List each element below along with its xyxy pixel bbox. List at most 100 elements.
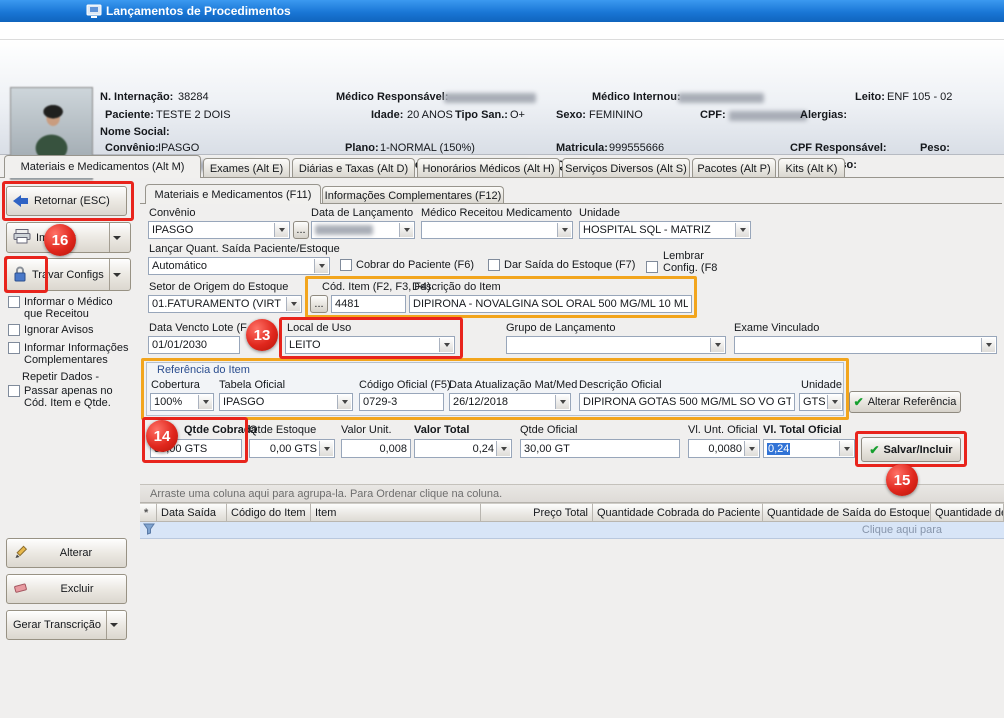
- dropdown-arrow-icon[interactable]: [399, 223, 413, 237]
- qtde-oficial-label: Qtde Oficial: [520, 424, 577, 437]
- grid-header-quantidade-saida[interactable]: Quantidade de Saída do Estoque: [763, 503, 931, 522]
- tab-honorarios-medicos[interactable]: Honorários Médicos (Alt H): [417, 158, 560, 178]
- cod-item-field[interactable]: 4481: [331, 295, 406, 313]
- retornar-button[interactable]: Retornar (ESC): [6, 186, 127, 216]
- convenio-browse-button[interactable]: ...: [293, 221, 309, 239]
- data-lancamento-combo[interactable]: [311, 221, 415, 239]
- tipo-san-value: O+: [510, 109, 525, 122]
- qtde-oficial-field[interactable]: 30,00 GT: [520, 439, 680, 458]
- dropdown-arrow-icon[interactable]: [710, 338, 724, 352]
- dropdown-arrow-icon[interactable]: [555, 395, 569, 409]
- checkbox-box[interactable]: [488, 259, 500, 271]
- checkbox-lembrar-config[interactable]: [646, 261, 658, 273]
- dropdown-arrow-icon[interactable]: [314, 259, 328, 273]
- tab-diarias-taxas[interactable]: Diárias e Taxas (Alt D): [292, 158, 415, 178]
- data-vencto-field[interactable]: 01/01/2030: [148, 336, 240, 354]
- vl-unt-oficial-combo[interactable]: 0,0080: [688, 439, 760, 458]
- grid-header-data-saida[interactable]: Data Saída: [157, 503, 227, 522]
- imprimir-dropdown-arrow-icon[interactable]: [109, 223, 124, 252]
- tabela-oficial-combo[interactable]: IPASGO: [219, 393, 353, 411]
- dropdown-arrow-icon[interactable]: [735, 223, 749, 237]
- checkbox-dar-saida[interactable]: Dar Saída do Estoque (F7): [488, 259, 635, 271]
- data-vencto-label: Data Vencto Lote (F: [149, 322, 247, 335]
- grupo-lancamento-combo[interactable]: [506, 336, 726, 354]
- setor-origem-combo[interactable]: 01.FATURAMENTO (VIRT: [148, 295, 302, 313]
- leito-value: ENF 105 - 02: [887, 91, 952, 104]
- checkbox-box[interactable]: [8, 324, 20, 336]
- grupo-lancamento-label: Grupo de Lançamento: [506, 322, 615, 335]
- excluir-button[interactable]: Excluir: [6, 574, 127, 604]
- alterar-referencia-button[interactable]: ✔ Alterar Referência: [849, 391, 961, 413]
- inner-tab-informacoes-f12[interactable]: Informações Complementares (F12): [322, 186, 504, 204]
- data-atualizacao-combo[interactable]: 26/12/2018: [449, 393, 571, 411]
- imprimir-button[interactable]: Imprimir: [6, 222, 131, 253]
- valor-total-label: Valor Total: [414, 424, 469, 437]
- grid-header-quantidade-sa[interactable]: Quantidade de Sa: [931, 503, 1004, 522]
- codigo-oficial-field[interactable]: 0729-3: [359, 393, 444, 411]
- cobertura-combo[interactable]: 100%: [150, 393, 214, 411]
- checkbox-box[interactable]: [8, 296, 20, 308]
- unidade-combo[interactable]: HOSPITAL SQL - MATRIZ: [579, 221, 751, 239]
- cod-item-browse-button[interactable]: ...: [310, 295, 328, 313]
- tab-exames[interactable]: Exames (Alt E): [203, 158, 290, 178]
- grid-header-item[interactable]: Item: [311, 503, 481, 522]
- descricao-item-field[interactable]: DIPIRONA - NOVALGINA SOL ORAL 500 MG/ML …: [409, 295, 692, 313]
- grid-group-panel[interactable]: Arraste uma coluna aqui para agrupa-la. …: [140, 484, 1004, 503]
- dropdown-arrow-icon[interactable]: [337, 395, 351, 409]
- dropdown-arrow-icon[interactable]: [981, 338, 995, 352]
- checkbox-informar-medico[interactable]: Informar o Médico que Receitou: [8, 296, 132, 320]
- grid-filter-row[interactable]: Clique aqui para: [140, 522, 1004, 539]
- dropdown-arrow-icon[interactable]: [827, 395, 841, 409]
- gerar-dropdown-arrow-icon[interactable]: [106, 611, 120, 639]
- qtde-estoque-combo[interactable]: 0,00 GTS: [249, 439, 335, 458]
- descricao-oficial-field[interactable]: DIPIRONA GOTAS 500 MG/ML SO VO GT: [579, 393, 795, 411]
- dropdown-arrow-icon[interactable]: [319, 441, 333, 456]
- grid-header-quantidade-cobrada[interactable]: Quantidade Cobrada do Paciente: [593, 503, 763, 522]
- alterar-button[interactable]: Alterar: [6, 538, 127, 568]
- travar-configs-button[interactable]: Travar Configs: [6, 258, 131, 291]
- inner-tab-materiais-f11[interactable]: Materiais e Medicamentos (F11): [145, 184, 321, 204]
- n-internacao-label: N. Internação:: [100, 91, 173, 104]
- descricao-item-label: Descrição do Item: [412, 281, 501, 294]
- lancar-quant-combo[interactable]: Automático: [148, 257, 330, 275]
- grid-group-hint: Arraste uma coluna aqui para agrupa-la. …: [150, 488, 502, 500]
- checkbox-cobrar-paciente[interactable]: Cobrar do Paciente (F6): [340, 259, 474, 271]
- medico-receitou-combo[interactable]: [421, 221, 573, 239]
- travar-dropdown-arrow-icon[interactable]: [109, 259, 124, 290]
- valor-total-combo[interactable]: 0,24: [414, 439, 512, 458]
- dropdown-arrow-icon[interactable]: [198, 395, 212, 409]
- dropdown-arrow-icon[interactable]: [744, 441, 758, 456]
- checkbox-box[interactable]: [8, 342, 20, 354]
- tab-materiais-medicamentos[interactable]: Materiais e Medicamentos (Alt M): [4, 155, 201, 178]
- data-lancamento-field-label: Data de Lançamento: [311, 207, 413, 220]
- dropdown-arrow-icon[interactable]: [557, 223, 571, 237]
- dropdown-arrow-icon[interactable]: [496, 441, 510, 456]
- checkbox-informar-informacoes[interactable]: Informar Informações Complementares: [8, 342, 132, 366]
- checkbox-box[interactable]: [340, 259, 352, 271]
- dropdown-arrow-icon[interactable]: [274, 223, 288, 237]
- dropdown-arrow-icon[interactable]: [839, 441, 853, 456]
- dropdown-arrow-icon[interactable]: [286, 297, 300, 311]
- sexo-label: Sexo:: [556, 109, 586, 122]
- unidade-oficial-combo[interactable]: GTS: [799, 393, 843, 411]
- gerar-transcricao-button[interactable]: Gerar Transcrição: [6, 610, 127, 640]
- checkbox-repetir-dados[interactable]: Passar apenas no Cód. Item e Qtde.: [8, 385, 124, 409]
- tab-kits[interactable]: Kits (Alt K): [778, 158, 845, 178]
- eraser-icon: [13, 582, 29, 597]
- data-atualizacao-label: Data Atualização Mat/Med: [449, 379, 577, 392]
- tab-servicos-diversos[interactable]: Serviços Diversos (Alt S): [562, 158, 690, 178]
- checkbox-ignorar-avisos[interactable]: Ignorar Avisos: [8, 324, 132, 336]
- exame-vinculado-combo[interactable]: [734, 336, 997, 354]
- qtde-cobrada-field[interactable]: 30,00 GTS: [150, 439, 242, 458]
- dropdown-arrow-icon[interactable]: [439, 338, 453, 352]
- vl-total-oficial-combo[interactable]: 0,24: [763, 439, 855, 458]
- convenio-combo[interactable]: IPASGO: [148, 221, 290, 239]
- salvar-incluir-button[interactable]: ✔ Salvar/Incluir: [861, 437, 961, 462]
- local-uso-combo[interactable]: LEITO: [285, 336, 455, 354]
- grid-header-codigo-item[interactable]: Código do Item: [227, 503, 311, 522]
- grid-header-preco-total[interactable]: Preço Total: [481, 503, 593, 522]
- checkbox-box[interactable]: [8, 385, 20, 397]
- medico-receitou-field-label: Médico Receitou Medicamento: [421, 207, 572, 220]
- tab-pacotes[interactable]: Pacotes (Alt P): [692, 158, 776, 178]
- valor-unit-field[interactable]: 0,008: [341, 439, 411, 458]
